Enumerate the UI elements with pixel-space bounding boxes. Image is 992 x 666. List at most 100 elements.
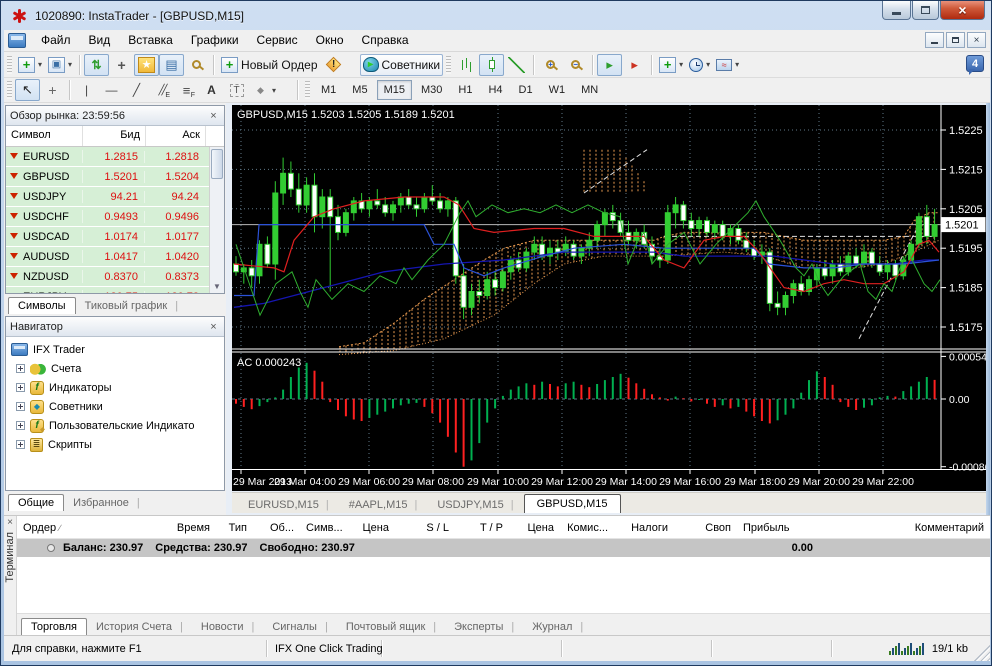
mdi-restore-button[interactable] [946,32,965,48]
menu-item-Файл[interactable]: Файл [32,30,80,51]
chart-tab-USDJPY,M15[interactable]: USDJPY,M15 | [427,497,523,513]
templates-button[interactable] [713,54,742,76]
timeframe-W1[interactable]: W1 [542,80,573,100]
timeframe-D1[interactable]: D1 [512,80,540,100]
scrollbar-down-icon[interactable] [211,280,223,292]
terminal-column-S / L[interactable]: S / L [395,520,455,538]
menu-item-Вид[interactable]: Вид [80,30,120,51]
symbol-row[interactable]: NZDUSD 0.8370 0.8373 [6,267,209,287]
market-watch-toggle-button[interactable] [159,53,185,76]
menu-item-Справка[interactable]: Справка [353,30,418,51]
profiles-button[interactable] [45,54,75,76]
tree-item-root[interactable]: IFX Trader [11,340,224,359]
shapes-tool-button[interactable] [249,79,279,101]
auto-scroll-button[interactable] [597,53,623,76]
zoom-out-button[interactable]: − [563,54,588,76]
notification-badge[interactable]: 4 [966,55,984,75]
crosshair-cursor-button[interactable] [109,54,134,76]
favorites-button[interactable] [134,53,160,76]
menu-item-Графики[interactable]: Графики [182,30,248,51]
cursor-tool-button[interactable] [15,79,40,101]
toolbar-grip[interactable] [7,55,12,74]
terminal-column-Своп[interactable]: Своп [674,520,737,538]
minimize-button[interactable] [882,1,911,20]
label-tool-button[interactable] [224,79,249,101]
price-chart[interactable]: 1.5225 1.5215 1.5205 1.5195 1.5185 1.5175 1.52… [232,105,991,491]
column-header-Бид[interactable]: Бид [83,126,146,146]
tree-item-ind[interactable]: Индикаторы [11,378,224,397]
terminal-column-Комментарий[interactable]: Комментарий [797,520,990,538]
strategy-tester-button[interactable] [184,54,209,76]
expand-icon[interactable] [16,383,25,392]
symbol-row[interactable]: AUDUSD 1.0417 1.0420 [6,247,209,267]
terminal-tab-Сигналы[interactable]: Сигналы | [263,619,336,635]
chart-tab-#AAPL,M15[interactable]: #AAPL,M15 | [339,497,428,513]
timeframe-H4[interactable]: H4 [481,80,509,100]
menu-item-Окно[interactable]: Окно [307,30,353,51]
trendline-tool-button[interactable] [124,79,149,101]
expand-icon[interactable] [16,402,25,411]
candle-chart-mode-button[interactable] [479,53,505,76]
menu-item-Сервис[interactable]: Сервис [248,30,307,51]
tick-chart-button[interactable] [84,53,110,76]
tab-Избранное[interactable]: Избранное | [64,495,149,511]
horizontal-line-tool-button[interactable] [99,79,124,101]
symbol-row[interactable]: EURUSD 1.2815 1.2818 [6,147,209,167]
balance-row[interactable]: Баланс: 230.97 Средства: 230.97 Свободно… [17,539,990,557]
tab-Общие[interactable]: Общие [8,494,65,511]
symbol-row[interactable]: USDCHF 0.9493 0.9496 [6,207,209,227]
terminal-column-Цена[interactable]: Цена [348,520,395,538]
menu-item-Вставка[interactable]: Вставка [119,30,182,51]
close-button[interactable]: × [940,1,985,20]
terminal-column-Комис...[interactable]: Комис... [560,520,614,538]
tree-item-adv[interactable]: Советники [11,397,224,416]
new-chart-button[interactable] [15,54,45,76]
expand-icon[interactable] [16,421,25,430]
terminal-column-Об...[interactable]: Об... [253,520,300,538]
terminal-column-Время[interactable]: Время [117,520,216,538]
chart-shift-button[interactable] [622,54,647,76]
timeframe-MN[interactable]: MN [574,80,605,100]
symbol-row[interactable]: USDJPY 94.21 94.24 [6,187,209,207]
terminal-column-T / P[interactable]: T / P [455,520,509,538]
terminal-close-icon[interactable] [5,516,16,528]
mdi-minimize-button[interactable] [925,32,944,48]
channel-tool-button[interactable] [149,79,174,101]
tab-Символы[interactable]: Символы [8,297,76,314]
timeframe-M1[interactable]: M1 [314,80,343,100]
terminal-tab-Журнал[interactable]: Журнал | [523,619,592,635]
mdi-close-button[interactable]: × [967,32,986,48]
tab-Тиковый график[interactable]: Тиковый график | [76,298,188,314]
navigator-close-icon[interactable] [207,320,220,333]
timeframe-H1[interactable]: H1 [451,80,479,100]
resize-grip[interactable] [974,645,990,661]
periods-button[interactable] [686,54,713,76]
expert-advisors-button[interactable]: Советники [359,53,444,76]
title-bar[interactable]: 1020890: InstaTrader - [GBPUSD,M15] × [1,1,991,30]
timeframe-M5[interactable]: M5 [345,80,374,100]
terminal-tab-Эксперты[interactable]: Эксперты | [445,619,523,635]
status-mode-text[interactable]: IFX One Click Trading [267,640,383,657]
terminal-column-Тип[interactable]: Тип [216,520,253,538]
tree-item-scripts[interactable]: Скрипты [11,435,224,454]
terminal-column-Цена[interactable]: Цена [509,520,560,538]
maximize-button[interactable] [912,1,939,20]
tree-item-custom[interactable]: Пользовательские Индикато [11,416,224,435]
tree-item-accounts[interactable]: Счета [11,359,224,378]
bar-chart-mode-button[interactable] [454,54,479,76]
alerts-button[interactable] [321,54,346,76]
terminal-column-Симв...[interactable]: Симв... [300,520,348,538]
symbol-row[interactable]: GBPUSD 1.5201 1.5204 [6,167,209,187]
terminal-tab-История Счета[interactable]: История Счета | [87,619,192,635]
crosshair-tool-button[interactable] [40,79,65,101]
fibonacci-tool-button[interactable] [174,79,199,101]
terminal-tab-Торговля[interactable]: Торговля [21,618,87,635]
column-header-Аск[interactable]: Аск [146,126,206,146]
chart-tab-GBPUSD,M15[interactable]: GBPUSD,M15 [523,494,621,513]
expand-icon[interactable] [16,440,25,449]
market-watch-scrollbar[interactable] [209,147,224,293]
terminal-column-Ордер[interactable]: Ордер ∕ [17,520,117,538]
toolbar-grip[interactable] [7,81,12,99]
toolbar-grip[interactable] [446,55,452,74]
zoom-in-button[interactable]: + [538,54,563,76]
